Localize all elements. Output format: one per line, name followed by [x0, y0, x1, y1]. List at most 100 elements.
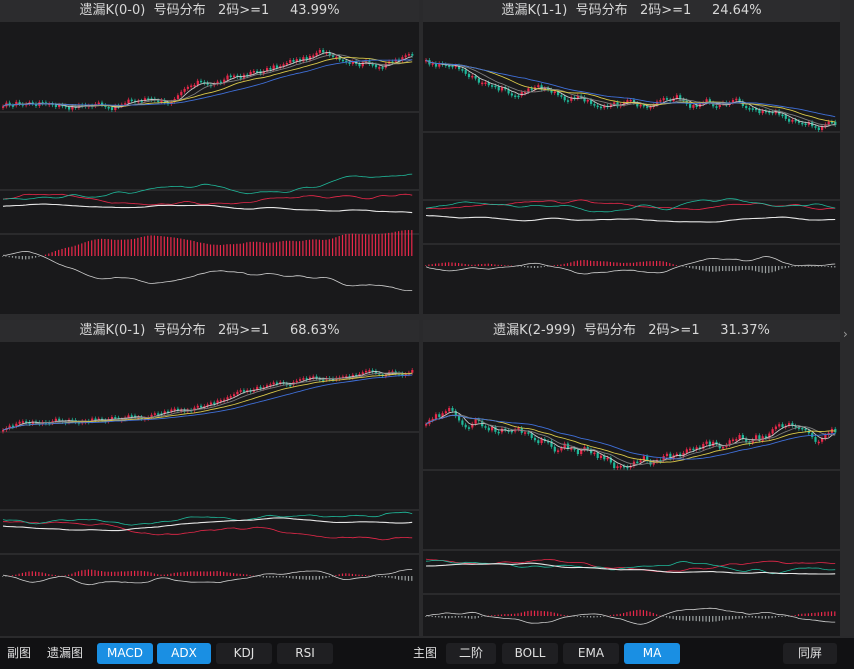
chart-canvas-2-999[interactable]: [423, 320, 840, 636]
candle: [21, 421, 24, 423]
ma-button[interactable]: MA: [624, 643, 680, 664]
macd-bar: [504, 614, 506, 616]
candle: [361, 372, 364, 375]
chart-canvas-0-1[interactable]: [0, 320, 419, 636]
candle: [827, 121, 830, 125]
candle: [537, 440, 540, 444]
macd-bar: [510, 613, 512, 616]
macd-bar: [160, 236, 162, 256]
chart-panel-0-0[interactable]: 遗漏K(0-0) 号码分布 2码>=1 43.99%: [0, 0, 419, 314]
macd-bar: [391, 232, 393, 256]
candle: [616, 466, 619, 468]
macd-bar: [593, 616, 595, 618]
candle: [755, 435, 758, 440]
macd-bar: [599, 616, 602, 618]
candle: [200, 405, 203, 408]
macd-bar: [384, 576, 386, 578]
candle: [302, 378, 305, 380]
macd-bar: [213, 571, 215, 576]
macd-bar: [497, 614, 499, 616]
horizontal-splitter[interactable]: [0, 314, 854, 320]
chart-panel-2-999[interactable]: 遗漏K(2-999) 号码分布 2码>=1 31.37%: [423, 320, 840, 636]
macd-bar: [147, 235, 149, 256]
candle: [599, 106, 603, 109]
macd-bar: [454, 616, 456, 618]
candle: [183, 88, 186, 92]
macd-bar: [2, 576, 4, 577]
candle: [464, 69, 467, 74]
candle: [371, 64, 374, 66]
candle: [738, 435, 741, 440]
macd-bar: [758, 616, 760, 619]
chevron-right-icon[interactable]: ›: [843, 327, 848, 341]
candle: [130, 99, 133, 102]
macd-bar: [190, 240, 192, 256]
scrollbar-track[interactable]: [840, 0, 854, 636]
candle: [477, 78, 480, 83]
macd-bar: [652, 261, 654, 266]
macd-bar: [758, 266, 760, 272]
macd-line: [425, 607, 836, 625]
macd-bar: [778, 266, 780, 271]
macd-button[interactable]: MACD: [97, 643, 153, 664]
macd-bar: [2, 256, 4, 257]
boll-button[interactable]: BOLL: [502, 643, 558, 664]
macd-bar: [550, 611, 552, 616]
macd-bar: [394, 576, 396, 579]
candle: [527, 88, 530, 92]
omission-chart-button[interactable]: 遗漏图: [40, 643, 90, 664]
chart-panel-0-1[interactable]: 遗漏K(0-1) 号码分布 2码>=1 68.63%: [0, 320, 419, 636]
macd-bar: [318, 576, 320, 580]
macd-bar: [811, 266, 813, 267]
rsi-button[interactable]: RSI: [277, 643, 333, 664]
kdj-button[interactable]: KDJ: [216, 643, 272, 664]
macd-bar: [28, 571, 30, 576]
macd-bar: [114, 239, 116, 256]
macd-bar: [404, 576, 406, 581]
macd-bar: [675, 265, 677, 266]
macd-bar: [646, 261, 648, 266]
candle: [738, 98, 741, 102]
macd-bar: [665, 616, 668, 618]
macd-bar: [616, 614, 618, 616]
macd-bar: [38, 571, 40, 576]
macd-bar: [180, 238, 182, 256]
macd-bar: [768, 266, 770, 273]
macd-bar: [616, 262, 618, 266]
macd-bar: [557, 613, 559, 616]
candle: [514, 95, 517, 98]
macd-bar: [305, 576, 307, 580]
macd-bar: [702, 266, 704, 271]
main-chart-label: 主图: [412, 646, 437, 660]
macd-bar: [566, 263, 569, 266]
chart-panel-1-1[interactable]: 遗漏K(1-1) 号码分布 2码>=1 24.64%: [423, 0, 840, 314]
macd-bar: [203, 571, 205, 576]
candle: [285, 62, 288, 65]
ema-button[interactable]: EMA: [563, 643, 619, 664]
macd-bar: [361, 234, 363, 256]
macd-bar: [358, 574, 360, 576]
macd-bar: [768, 616, 770, 619]
candle: [302, 57, 305, 62]
adx-button[interactable]: ADX: [157, 643, 211, 664]
macd-bar: [44, 254, 47, 256]
candle: [801, 427, 804, 430]
macd-bar: [117, 239, 119, 256]
macd-bar: [626, 612, 628, 616]
candle: [358, 63, 361, 67]
candle: [722, 447, 725, 449]
macd-bar: [68, 574, 70, 576]
second-order-button[interactable]: 二阶: [446, 643, 496, 664]
chart-canvas-0-0[interactable]: [0, 0, 419, 314]
macd-bar: [771, 616, 773, 619]
macd-bar: [15, 574, 17, 576]
candle: [233, 394, 236, 397]
same-screen-button[interactable]: 同屏: [783, 643, 837, 664]
candle: [731, 439, 735, 442]
candle: [434, 414, 438, 419]
macd-bar: [474, 264, 476, 266]
candle: [788, 118, 791, 122]
chart-canvas-1-1[interactable]: [423, 0, 840, 314]
macd-bar: [249, 575, 251, 576]
macd-line: [2, 250, 413, 292]
